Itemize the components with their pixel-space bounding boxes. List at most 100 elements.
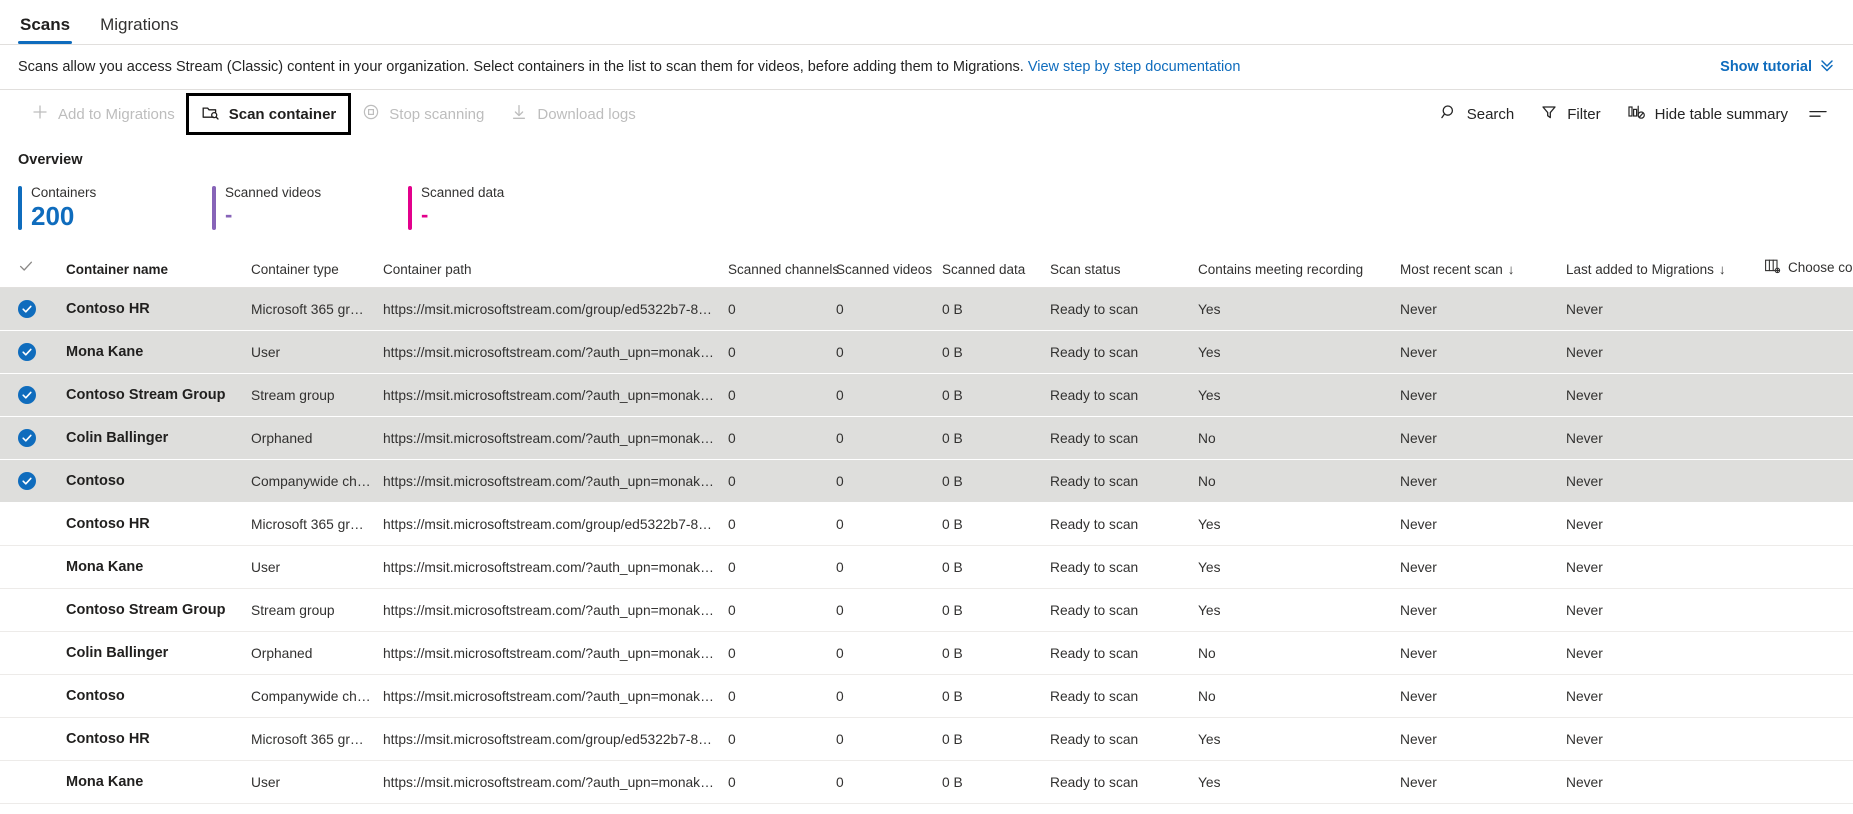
overview-section: Overview Containers 200 Scanned videos - [0,138,1853,230]
cell-scanned-channels: 0 [722,417,830,460]
header-most-recent-scan[interactable]: Most recent scan ↓ [1394,252,1560,288]
cell-scanned-channels: 0 [722,288,830,331]
sort-descending-icon: ↓ [1508,262,1515,277]
table-row[interactable]: Contoso HRMicrosoft 365 grouphttps://msi… [0,503,1853,546]
row-select-cell[interactable] [0,546,60,589]
cell-most-recent-scan: Never [1394,718,1560,761]
tab-migrations[interactable]: Migrations [98,16,180,44]
table-body: Contoso HRMicrosoft 365 grouphttps://msi… [0,288,1853,804]
row-checkbox-checked[interactable] [18,429,36,447]
row-select-cell[interactable] [0,417,60,460]
cell-spacer [1758,675,1853,718]
overview-card-containers: Containers 200 [18,186,212,230]
cell-container-path: https://msit.microsoftstream.com/?auth_u… [377,374,722,417]
scan-container-button[interactable]: Scan container [188,95,350,133]
cell-scanned-channels: 0 [722,675,830,718]
tab-scans[interactable]: Scans [18,16,72,44]
select-all-header[interactable] [0,252,60,288]
scanned-data-accent-bar [408,186,412,230]
header-last-added-label: Last added to Migrations [1566,262,1714,277]
containers-table-wrapper: Container name Container type Container … [0,252,1853,804]
cell-scanned-videos: 0 [830,460,936,503]
cell-spacer [1758,417,1853,460]
cell-scan-status: Ready to scan [1044,675,1192,718]
header-container-path[interactable]: Container path [377,252,722,288]
documentation-link[interactable]: View step by step documentation [1028,59,1241,75]
row-checkbox-checked[interactable] [18,300,36,318]
header-scanned-videos[interactable]: Scanned videos [830,252,936,288]
table-row[interactable]: Mona KaneUserhttps://msit.microsoftstrea… [0,331,1853,374]
cell-container-type: User [245,331,377,374]
filter-icon [1540,103,1558,125]
row-select-cell[interactable] [0,675,60,718]
header-choose-columns[interactable]: Choose columns [1758,252,1853,288]
row-select-cell[interactable] [0,718,60,761]
row-select-cell[interactable] [0,761,60,804]
cell-last-added-to-migrations: Never [1560,675,1758,718]
show-tutorial-button[interactable]: Show tutorial [1720,57,1835,77]
row-select-cell[interactable] [0,288,60,331]
header-scan-status[interactable]: Scan status [1044,252,1192,288]
show-tutorial-label: Show tutorial [1720,59,1812,75]
cell-scanned-channels: 0 [722,546,830,589]
table-row[interactable]: Contoso Stream GroupStream grouphttps://… [0,374,1853,417]
search-icon [1440,103,1458,125]
hide-table-summary-button[interactable]: Hide table summary [1614,95,1801,133]
cell-last-added-to-migrations: Never [1560,331,1758,374]
table-row[interactable]: ContosoCompanywide channelhttps://msit.m… [0,675,1853,718]
cell-scanned-videos: 0 [830,589,936,632]
table-row[interactable]: Colin BallingerOrphanedhttps://msit.micr… [0,417,1853,460]
cell-container-type: Stream group [245,374,377,417]
cell-most-recent-scan: Never [1394,675,1560,718]
search-button[interactable]: Search [1427,95,1528,133]
table-row[interactable]: Mona KaneUserhttps://msit.microsoftstrea… [0,546,1853,589]
header-last-added-to-migrations[interactable]: Last added to Migrations ↓ [1560,252,1758,288]
cell-spacer [1758,589,1853,632]
table-row[interactable]: ContosoCompanywide channelhttps://msit.m… [0,460,1853,503]
row-checkbox-checked[interactable] [18,472,36,490]
filter-label: Filter [1567,106,1600,123]
cell-scanned-data: 0 B [936,288,1044,331]
header-scanned-channels[interactable]: Scanned channels [722,252,830,288]
row-select-cell[interactable] [0,503,60,546]
row-select-cell[interactable] [0,331,60,374]
cell-spacer [1758,288,1853,331]
table-row[interactable]: Contoso HRMicrosoft 365 grouphttps://msi… [0,288,1853,331]
cell-container-type: User [245,546,377,589]
containers-table: Container name Container type Container … [0,252,1853,804]
table-row[interactable]: Contoso HRMicrosoft 365 grouphttps://msi… [0,718,1853,761]
table-row[interactable]: Contoso Stream GroupStream grouphttps://… [0,589,1853,632]
view-options-icon[interactable] [1801,97,1835,131]
header-scanned-data[interactable]: Scanned data [936,252,1044,288]
cell-spacer [1758,374,1853,417]
header-container-type[interactable]: Container type [245,252,377,288]
row-select-cell[interactable] [0,460,60,503]
cell-container-path: https://msit.microsoftstream.com/group/e… [377,503,722,546]
table-row[interactable]: Mona KaneUserhttps://msit.microsoftstrea… [0,761,1853,804]
table-header-row: Container name Container type Container … [0,252,1853,288]
stop-scanning-button[interactable]: Stop scanning [349,95,497,133]
cell-container-path: https://msit.microsoftstream.com/?auth_u… [377,460,722,503]
table-row[interactable]: Colin BallingerOrphanedhttps://msit.micr… [0,632,1853,675]
row-select-cell[interactable] [0,589,60,632]
row-checkbox-checked[interactable] [18,343,36,361]
filter-button[interactable]: Filter [1527,95,1613,133]
tab-bar: Scans Migrations [0,0,1853,44]
row-checkbox-checked[interactable] [18,386,36,404]
download-logs-button[interactable]: Download logs [497,95,648,133]
add-to-migrations-button[interactable]: Add to Migrations [18,95,188,133]
cell-scan-status: Ready to scan [1044,417,1192,460]
cell-scanned-videos: 0 [830,374,936,417]
cell-container-name: Colin Ballinger [60,632,245,675]
cell-container-name: Mona Kane [60,331,245,374]
header-contains-meeting-recording[interactable]: Contains meeting recording [1192,252,1394,288]
download-logs-label: Download logs [537,106,635,123]
row-select-cell[interactable] [0,632,60,675]
cell-scanned-videos: 0 [830,675,936,718]
row-select-cell[interactable] [0,374,60,417]
cell-container-type: Stream group [245,589,377,632]
cell-last-added-to-migrations: Never [1560,546,1758,589]
cell-most-recent-scan: Never [1394,417,1560,460]
header-container-name[interactable]: Container name [60,252,245,288]
cell-most-recent-scan: Never [1394,632,1560,675]
